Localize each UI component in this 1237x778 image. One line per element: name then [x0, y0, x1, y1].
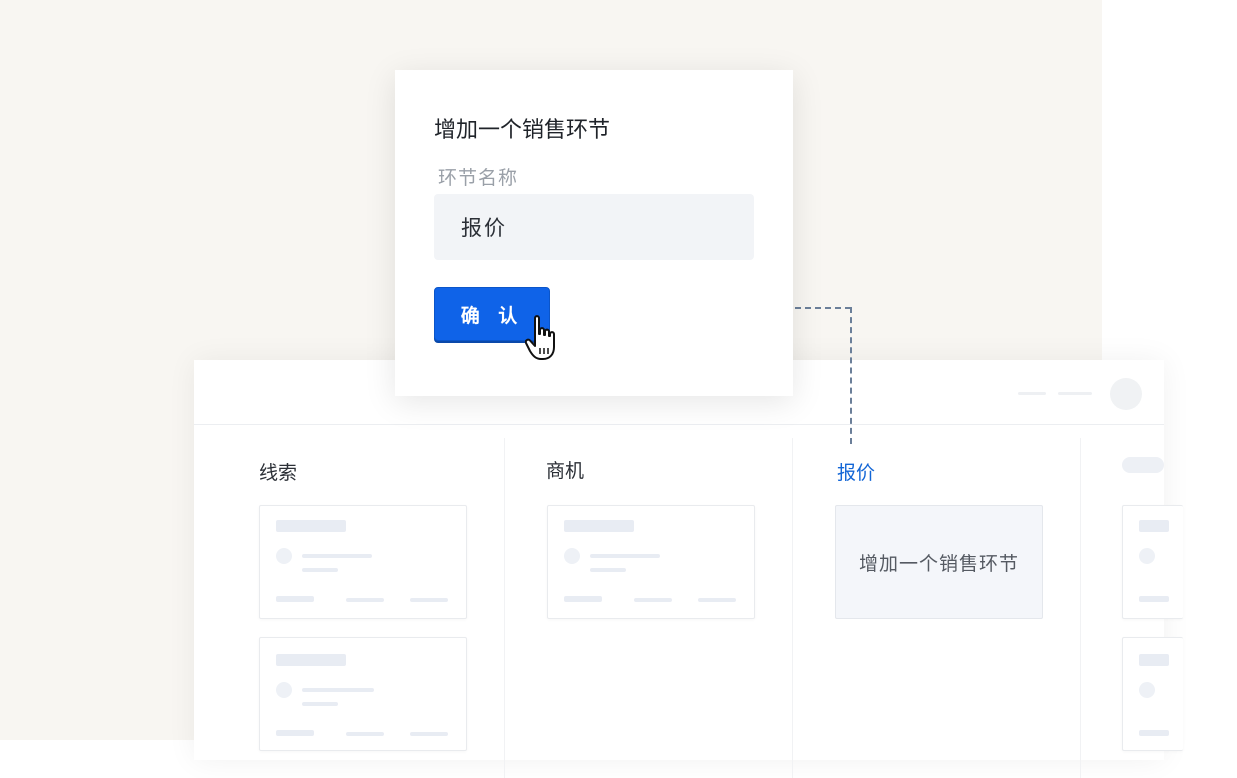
placeholder-card[interactable] — [1122, 505, 1183, 619]
hand-pointer-cursor-icon — [525, 315, 555, 360]
placeholder-card[interactable] — [259, 637, 467, 751]
connector-line — [795, 307, 851, 309]
avatar[interactable] — [1110, 378, 1142, 410]
dialog-title: 增加一个销售环节 — [434, 118, 611, 143]
column-title-placeholder — [1122, 457, 1164, 473]
header-placeholder — [1058, 392, 1092, 395]
stage-name-label: 环节名称 — [438, 167, 519, 189]
stage-name-input[interactable]: 报价 — [434, 194, 754, 260]
column-title-quote: 报价 — [837, 462, 876, 484]
placeholder-card[interactable] — [547, 505, 755, 619]
header-placeholder — [1018, 392, 1046, 395]
pipeline-board: 线索 商机 报价 增加一个销售环节 — [194, 360, 1183, 778]
column-title-leads: 线索 — [259, 462, 298, 484]
column-title-opportunities: 商机 — [546, 460, 585, 482]
add-stage-card[interactable]: 增加一个销售环节 — [835, 505, 1043, 619]
placeholder-card[interactable] — [259, 505, 467, 619]
connector-line — [850, 307, 852, 444]
placeholder-card[interactable] — [1122, 637, 1183, 751]
add-stage-dialog: 增加一个销售环节 环节名称 报价 确 认 — [395, 70, 793, 396]
